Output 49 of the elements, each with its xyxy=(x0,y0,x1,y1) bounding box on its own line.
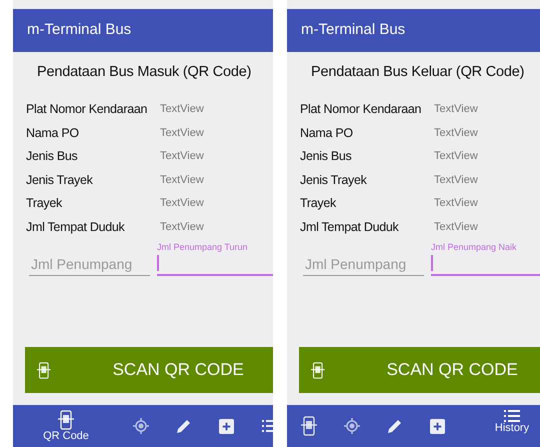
field-value: TextView xyxy=(434,149,478,164)
field-value: TextView xyxy=(160,126,204,141)
add-box-icon xyxy=(430,418,445,434)
field-value: TextView xyxy=(160,220,204,235)
floating-label: Jml Penumpang Naik xyxy=(431,240,518,253)
passenger-count-field[interactable]: Jml Penumpang xyxy=(29,252,150,276)
field-label: Jml Tempat Duduk xyxy=(300,218,400,236)
scan-qr-button[interactable]: SCAN QR CODE xyxy=(299,347,540,393)
pencil-icon xyxy=(386,418,402,434)
qr-phone-icon xyxy=(311,362,325,378)
field-value: TextView xyxy=(434,220,478,235)
list-icon xyxy=(504,410,520,422)
field-value: TextView xyxy=(160,102,204,118)
nav-item[interactable]: History xyxy=(459,405,540,447)
field-value: TextView xyxy=(434,102,478,118)
list-icon xyxy=(262,420,273,432)
field-value: TextView xyxy=(160,196,204,212)
field-label: Trayek xyxy=(26,195,64,212)
field-label: Jenis Trayek xyxy=(300,172,368,189)
screen-heading: Pendataan Bus Keluar (QR Code) xyxy=(310,63,526,82)
field-value: TextView xyxy=(160,149,204,164)
field-label: Jenis Trayek xyxy=(26,172,94,189)
add-box-icon xyxy=(219,418,234,434)
field-value: TextView xyxy=(434,172,478,188)
passenger-count-field[interactable]: Jml Penumpang xyxy=(303,252,424,276)
field-label: Trayek xyxy=(300,195,338,212)
screen-heading: Pendataan Bus Masuk (QR Code) xyxy=(36,63,252,82)
nav-item[interactable]: QR Code xyxy=(13,405,119,447)
field-label: Jml Tempat Duduk xyxy=(26,218,126,236)
qr-phone-icon xyxy=(37,362,51,378)
qr-phone-icon xyxy=(58,410,74,430)
location-target-icon xyxy=(344,418,360,434)
scan-qr-button[interactable]: SCAN QR CODE xyxy=(25,347,273,393)
passenger-input-field[interactable]: Jml Penumpang Naik xyxy=(431,240,540,276)
field-label: Nama PO xyxy=(26,124,80,142)
field-label: Plat Nomor Kendaraan xyxy=(26,101,148,118)
field-label: Jenis Bus xyxy=(300,148,352,166)
field-label: Jenis Bus xyxy=(26,148,78,166)
field-value: TextView xyxy=(160,172,204,188)
field-value: TextView xyxy=(434,196,478,212)
app-title: m-Terminal Bus xyxy=(301,20,406,40)
qr-phone-icon xyxy=(300,416,316,436)
location-target-icon xyxy=(132,418,148,434)
field-label: Nama PO xyxy=(300,124,354,142)
app-title: m-Terminal Bus xyxy=(27,20,132,40)
floating-label: Jml Penumpang Turun xyxy=(157,240,249,253)
pencil-icon xyxy=(176,418,192,434)
field-value: TextView xyxy=(434,126,478,141)
field-label: Plat Nomor Kendaraan xyxy=(300,101,422,118)
